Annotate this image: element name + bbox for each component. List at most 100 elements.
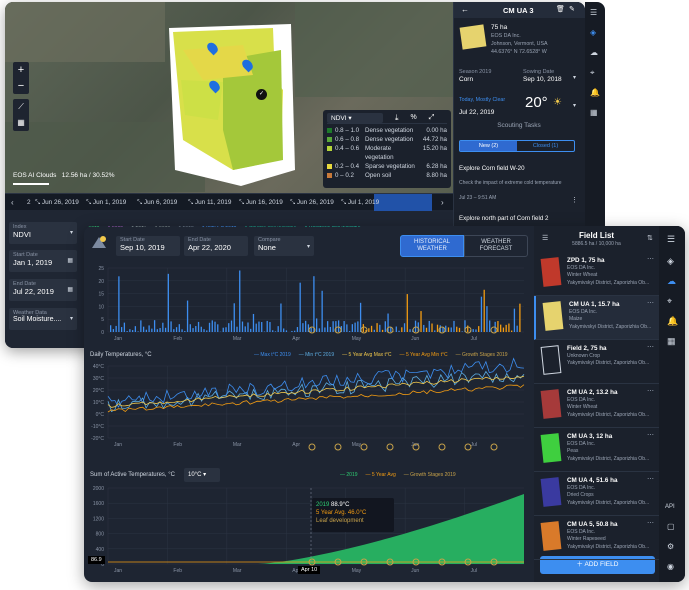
back-arrow-icon[interactable]: ← xyxy=(461,5,469,14)
legend-item[interactable]: ● Max t°C 2019 xyxy=(202,226,237,233)
precip-bar[interactable] xyxy=(425,327,428,332)
precip-bar[interactable] xyxy=(222,327,224,332)
precip-bar[interactable] xyxy=(453,320,455,332)
precip-bar[interactable] xyxy=(370,325,373,332)
task-item-1[interactable]: Explore Corn field W-20 Check the impact… xyxy=(459,164,562,203)
precip-bar[interactable] xyxy=(156,329,158,332)
precip-bar[interactable] xyxy=(151,328,153,332)
expand-icon[interactable]: ⤢ xyxy=(429,114,435,122)
precip-bar[interactable] xyxy=(266,320,268,332)
compare-select[interactable]: Compare None ▾ xyxy=(254,236,314,256)
precip-bar[interactable] xyxy=(211,320,213,332)
timeline-date[interactable]: ⤡ Jun 16, 2019 xyxy=(239,199,283,207)
end-date-field[interactable]: End Date Jul 22, 2019 ▦ xyxy=(9,279,77,301)
location-pin-icon[interactable]: ⌖ xyxy=(667,296,672,307)
legend-item[interactable]: ● 2018 xyxy=(108,226,124,233)
precip-bar[interactable] xyxy=(269,322,271,332)
weather-cloud-icon[interactable]: ☁ xyxy=(667,276,676,287)
precip-bar[interactable] xyxy=(354,322,356,332)
precip-bar[interactable] xyxy=(423,324,425,332)
precip-bar[interactable] xyxy=(285,330,288,332)
weather-data-select[interactable]: Weather Data Soil Moisture.... ▾ xyxy=(9,308,77,330)
ruler-icon[interactable]: ⟋ xyxy=(13,99,29,115)
precip-bar[interactable] xyxy=(164,327,167,332)
precip-bar[interactable] xyxy=(428,320,430,332)
grid-icon[interactable]: ▦ xyxy=(590,108,598,117)
field-list-item[interactable]: CM UA 4, 51.6 ha EOS DA Inc. Dried Crops Ya… xyxy=(534,472,659,516)
precip-bar[interactable] xyxy=(483,289,485,332)
precip-bar[interactable] xyxy=(178,324,180,332)
legend-item[interactable]: — 2019 xyxy=(340,472,358,478)
growth-stage-marker[interactable] xyxy=(490,443,498,451)
hamburger-icon[interactable]: ☰ xyxy=(590,8,597,17)
precip-bar[interactable] xyxy=(489,320,491,332)
precip-bar[interactable] xyxy=(348,331,351,332)
precip-bar[interactable] xyxy=(310,327,312,332)
chat-icon[interactable]: ▢ xyxy=(667,522,675,531)
layers-icon[interactable]: ◈ xyxy=(590,28,596,37)
precip-bar[interactable] xyxy=(112,329,115,332)
precip-bar[interactable] xyxy=(434,330,436,332)
api-label[interactable]: API xyxy=(665,504,675,510)
more-icon[interactable]: ⋯ xyxy=(647,255,654,263)
precip-bar[interactable] xyxy=(258,321,260,332)
precip-bar[interactable] xyxy=(126,331,128,332)
edit-icon[interactable]: ✎ xyxy=(569,5,575,13)
precip-bar[interactable] xyxy=(217,324,219,332)
precip-bar[interactable] xyxy=(486,306,488,332)
legend-item[interactable]: ● Rootzone Soil Moisture xyxy=(304,226,360,233)
precip-bar[interactable] xyxy=(313,276,315,332)
precip-bar[interactable] xyxy=(162,322,164,332)
precip-bar[interactable] xyxy=(379,324,381,332)
precip-bar[interactable] xyxy=(247,322,249,332)
precip-bar[interactable] xyxy=(197,321,200,332)
weather-end-date[interactable]: End Date Apr 22, 2020 xyxy=(184,236,248,256)
timeline-date[interactable]: ⤡ Jun 11, 2019 xyxy=(188,199,231,207)
precip-bar[interactable] xyxy=(302,323,304,332)
precip-bar[interactable] xyxy=(118,276,120,332)
precip-bar[interactable] xyxy=(195,326,197,332)
task-check-icon[interactable]: ✓ xyxy=(256,89,267,100)
precip-bar[interactable] xyxy=(332,321,334,332)
precip-bar[interactable] xyxy=(373,329,375,332)
precip-bar[interactable] xyxy=(244,326,246,332)
tab-closed[interactable]: Closed (1) xyxy=(517,141,574,151)
precip-bar[interactable] xyxy=(173,329,175,332)
precip-bar[interactable] xyxy=(513,308,516,332)
threshold-select[interactable]: 10°C ▾ xyxy=(184,468,220,482)
timeline-prev-icon[interactable]: ‹ xyxy=(11,198,14,207)
precip-bar[interactable] xyxy=(167,273,169,332)
task-2-title[interactable]: Explore north part of Corn field 2 xyxy=(459,215,548,222)
precip-bar[interactable] xyxy=(140,320,142,332)
precip-bar[interactable] xyxy=(296,327,299,332)
precip-bar[interactable] xyxy=(170,321,172,332)
precip-bar[interactable] xyxy=(406,294,408,332)
weather-start-date[interactable]: Start Date Sep 10, 2019 xyxy=(116,236,180,256)
hamburger-icon[interactable]: ☰ xyxy=(667,234,675,245)
precip-bar[interactable] xyxy=(241,321,244,332)
more-icon[interactable]: ⋯ xyxy=(647,475,654,483)
legend-item[interactable]: — Growth Stages 2019 xyxy=(404,472,456,478)
more-icon[interactable]: ⋯ xyxy=(647,431,654,439)
avg-max-temp-line[interactable] xyxy=(107,375,525,408)
precip-bar[interactable] xyxy=(120,327,123,332)
precip-bar[interactable] xyxy=(305,320,307,332)
timeline-next-icon[interactable]: › xyxy=(441,198,444,207)
precip-bar[interactable] xyxy=(283,328,285,332)
precip-bar[interactable] xyxy=(467,325,469,332)
legend-item[interactable]: — Min t°C 2019 xyxy=(299,352,334,358)
weather-forecast-tab[interactable]: WEATHER FORECAST xyxy=(464,235,528,257)
precip-bar[interactable] xyxy=(431,323,433,332)
precip-bar[interactable] xyxy=(274,331,277,332)
index-select[interactable]: Index NDVI ▾ xyxy=(9,222,77,244)
precip-bar[interactable] xyxy=(159,328,161,332)
precip-bar[interactable] xyxy=(321,290,323,332)
precip-bar[interactable] xyxy=(500,324,502,332)
precip-bar[interactable] xyxy=(359,302,362,332)
growth-stage-marker[interactable] xyxy=(360,443,368,451)
legend-item[interactable]: ● 2016 xyxy=(155,226,171,233)
tab-new[interactable]: New (2) xyxy=(460,141,517,151)
historical-weather-tab[interactable]: HISTORICAL WEATHER xyxy=(400,235,464,257)
precip-bar[interactable] xyxy=(280,303,282,332)
ndvi-index-select[interactable]: NDVI ▾ xyxy=(327,112,383,123)
